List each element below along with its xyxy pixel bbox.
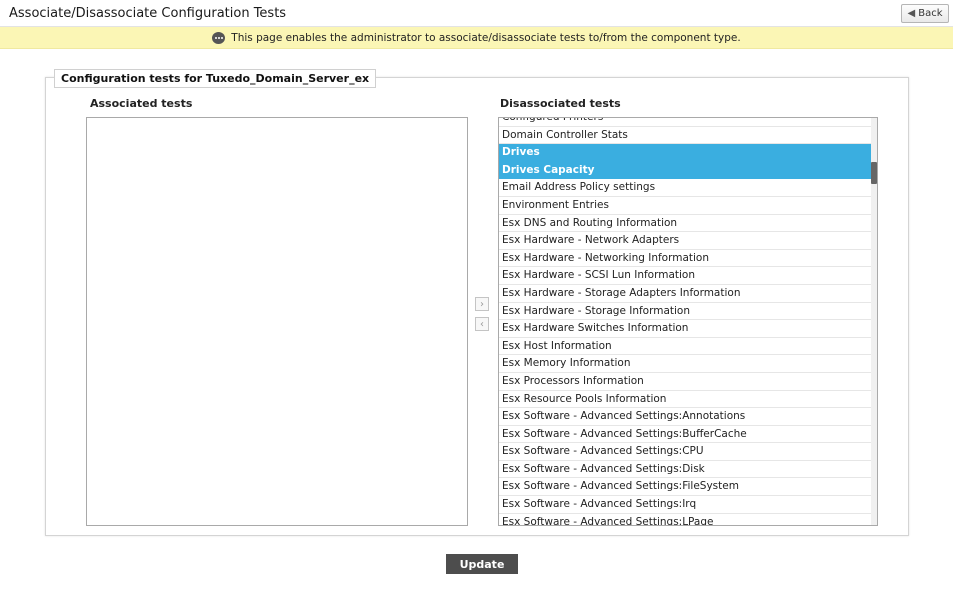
list-item[interactable]: Email Address Policy settings (499, 179, 872, 197)
list-item[interactable]: Esx Software - Advanced Settings:FileSys… (499, 478, 872, 497)
back-button-label: Back (918, 8, 943, 19)
list-item[interactable]: Esx Hardware Switches Information (499, 320, 872, 338)
list-item[interactable]: Esx Software - Advanced Settings:Disk (499, 461, 872, 479)
info-banner: This page enables the administrator to a… (0, 27, 953, 49)
disassociated-tests-label: Disassociated tests (500, 97, 621, 110)
list-item[interactable]: Esx Hardware - Storage Adapters Informat… (499, 285, 872, 303)
list-item[interactable]: Esx Processors Information (499, 373, 872, 391)
associated-tests-label: Associated tests (90, 97, 193, 110)
list-item[interactable]: Drives Capacity (499, 161, 872, 180)
list-item[interactable]: Esx Hardware - Network Adapters (499, 232, 872, 250)
move-to-disassociated-button[interactable]: ‹ (475, 317, 489, 331)
list-item[interactable]: Esx Software - Advanced Settings:Irq (499, 496, 872, 514)
list-item[interactable]: Esx Hardware - Networking Information (499, 250, 872, 268)
list-item[interactable]: Esx Software - Advanced Settings:LPage (499, 514, 872, 525)
list-item[interactable]: Drives (499, 144, 872, 162)
list-item[interactable]: Esx Software - Advanced Settings:BufferC… (499, 426, 872, 444)
back-arrow-icon: ◀ (907, 8, 916, 19)
list-item[interactable]: Esx Memory Information (499, 355, 872, 373)
list-item[interactable]: Esx Resource Pools Information (499, 391, 872, 409)
list-item[interactable]: Esx Host Information (499, 338, 872, 356)
scrollbar-thumb[interactable] (871, 162, 877, 184)
disassociated-tests-list[interactable]: Configured Printers Domain Controller Sta… (498, 117, 878, 526)
list-item[interactable]: Esx Hardware - SCSI Lun Information (499, 267, 872, 285)
info-message: This page enables the administrator to a… (231, 31, 741, 44)
page-title: Associate/Disassociate Configuration Tes… (9, 6, 287, 21)
list-item[interactable]: Configured Printers (499, 118, 872, 127)
back-button[interactable]: ◀ Back (901, 4, 949, 23)
list-item[interactable]: Esx Hardware - Storage Information (499, 303, 872, 321)
disassociated-list-items: Configured Printers Domain Controller Sta… (499, 118, 872, 525)
list-item[interactable]: Esx DNS and Routing Information (499, 215, 872, 233)
speech-bubble-icon (212, 31, 226, 44)
page-header: Associate/Disassociate Configuration Tes… (0, 0, 953, 27)
list-item[interactable]: Domain Controller Stats (499, 127, 872, 145)
list-item[interactable]: Environment Entries (499, 197, 872, 215)
panel-legend: Configuration tests for Tuxedo_Domain_Se… (54, 69, 377, 88)
list-item[interactable]: Esx Software - Advanced Settings:CPU (499, 443, 872, 461)
associated-tests-list[interactable] (86, 117, 468, 526)
list-scrollbar[interactable] (871, 118, 877, 525)
move-to-associated-button[interactable]: › (475, 297, 489, 311)
update-button[interactable]: Update (446, 554, 518, 574)
list-item[interactable]: Esx Software - Advanced Settings:Annotat… (499, 408, 872, 426)
